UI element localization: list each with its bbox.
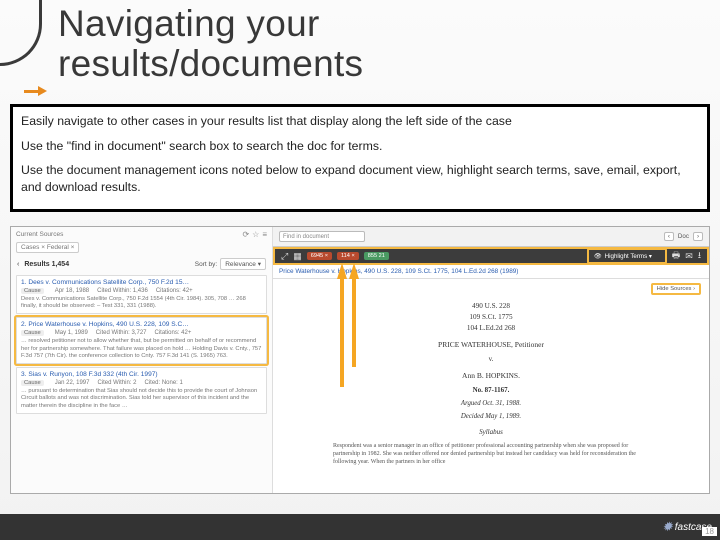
expand-icon[interactable]: ⤢	[281, 251, 288, 262]
result-cited: Cited Within: 1,436	[97, 288, 148, 294]
results-header: ‹ Results 1,454 Sort by: Relevance ▾	[11, 256, 272, 272]
email-icon[interactable]: ✉	[685, 251, 693, 262]
doc-argued: Argued Oct. 31, 1988.	[333, 400, 649, 407]
sort-control[interactable]: Sort by: Relevance ▾	[195, 258, 266, 270]
doc-case-no: No. 87-1167.	[333, 386, 649, 394]
result-date: Apr 18, 1988	[55, 288, 89, 294]
result-date: Jan 22, 1997	[55, 380, 90, 386]
page-number: 18	[702, 527, 717, 536]
sources-row: Current Sources ⟳ ☆ ≡	[11, 227, 272, 242]
doc-versus: v.	[333, 355, 649, 363]
sources-label: Current Sources	[16, 231, 63, 238]
term-chip[interactable]: 855 21	[364, 252, 389, 260]
court-badge: Cause	[21, 330, 44, 336]
doc-toolbar-top: Find in document ‹ Doc ›	[273, 227, 709, 247]
title-line-2: results/documents	[58, 43, 363, 84]
doc-syllabus-heading: Syllabus	[333, 428, 649, 436]
hide-sources-button[interactable]: Hide Sources ›	[651, 283, 701, 295]
document-body: 490 U.S. 228 109 S.Ct. 1775 104 L.Ed.2d …	[273, 279, 709, 472]
doc-party-2: Ann B. HOPKINS.	[333, 371, 649, 380]
result-card-2[interactable]: 2. Price Waterhouse v. Hopkins, 490 U.S.…	[16, 317, 267, 364]
eye-icon: 👁	[594, 252, 602, 260]
source-pill[interactable]: Cases × Federal ×	[16, 242, 79, 253]
term-chip[interactable]: 114 ×	[337, 252, 359, 260]
results-sidebar: Current Sources ⟳ ☆ ≡ Cases × Federal × …	[11, 227, 273, 493]
doc-pager: ‹ Doc ›	[664, 232, 703, 241]
result-citing: Citations: 42+	[156, 288, 193, 294]
grid-icon[interactable]: ▦	[293, 251, 302, 262]
footer-bar: ✹ fastcase	[0, 514, 720, 540]
doc-party-1: PRICE WATERHOUSE, Petitioner	[333, 340, 649, 349]
instruction-3: Use the document management icons noted …	[21, 162, 699, 195]
highlight-terms-button[interactable]: 👁 Highlight Terms ▾	[587, 248, 667, 264]
annotation-arrow-icon	[337, 263, 347, 279]
result-card-3[interactable]: 3. Sias v. Runyon, 108 F.3d 332 (4th Cir…	[16, 367, 267, 414]
highlight-label: Highlight Terms ▾	[605, 253, 652, 260]
sort-dropdown[interactable]: Relevance ▾	[220, 258, 266, 270]
instructions-box: Easily navigate to other cases in your r…	[10, 104, 710, 212]
doc-cite-1: 490 U.S. 228	[333, 302, 649, 310]
download-icon[interactable]: ⭳	[698, 248, 701, 264]
instruction-1: Easily navigate to other cases in your r…	[21, 113, 699, 130]
pager-prev-button[interactable]: ‹	[664, 232, 674, 241]
title-line-1: Navigating your	[58, 3, 320, 44]
pager-label: Doc	[678, 233, 689, 240]
app-screenshot: Current Sources ⟳ ☆ ≡ Cases × Federal × …	[10, 226, 710, 494]
doc-paragraph: Respondent was a senior manager in an of…	[333, 442, 649, 466]
result-snippet: … pursuant to determination that Sias sh…	[21, 388, 262, 410]
annotation-arrow-icon	[349, 263, 359, 279]
result-cited: Cited Within: 2	[97, 380, 136, 386]
result-date: May 1, 1989	[55, 330, 88, 336]
result-title[interactable]: 3. Sias v. Runyon, 108 F.3d 332 (4th Cir…	[21, 371, 262, 378]
document-pane: Find in document ‹ Doc › ⤢ ▦ 6945 × 114 …	[273, 227, 709, 493]
result-cited: Cited Within: 3,727	[96, 330, 147, 336]
sort-label: Sort by:	[195, 261, 217, 268]
toolbar-icons-right: ⟳ ☆ ≡	[242, 230, 267, 239]
corner-decoration	[0, 0, 42, 66]
court-badge: Cause	[21, 288, 44, 294]
term-chip[interactable]: 6945 ×	[307, 252, 332, 260]
print-icon[interactable]: 🖶	[672, 248, 681, 264]
citation-text[interactable]: Price Waterhouse v. Hopkins, 490 U.S. 22…	[279, 268, 518, 275]
doc-decided: Decided May 1, 1989.	[333, 413, 649, 420]
filter-icon[interactable]: ≡	[262, 230, 267, 239]
results-count: Results 1,454	[24, 261, 69, 268]
slide: Navigating your results/documents Easily…	[0, 0, 720, 540]
result-citing: Citations: 42+	[155, 330, 192, 336]
slide-title: Navigating your results/documents	[58, 4, 363, 84]
find-placeholder: Find in document	[283, 234, 329, 240]
doc-cite-2: 109 S.Ct. 1775	[333, 313, 649, 321]
find-in-document-input[interactable]: Find in document	[279, 231, 365, 242]
result-snippet: … resolved petitioner not to allow wheth…	[21, 338, 262, 360]
result-snippet: Dees v. Communications Satellite Corp., …	[21, 296, 262, 310]
result-title[interactable]: 1. Dees v. Communications Satellite Corp…	[21, 279, 262, 286]
result-card-1[interactable]: 1. Dees v. Communications Satellite Corp…	[16, 275, 267, 314]
instruction-2: Use the "find in document" search box to…	[21, 138, 699, 155]
result-citing: Cited: None: 1	[144, 380, 182, 386]
doc-cite-3: 104 L.Ed.2d 268	[333, 324, 649, 332]
star-icon[interactable]: ☆	[252, 230, 259, 239]
back-chevron-icon[interactable]: ‹	[17, 261, 19, 268]
arrow-accent-icon	[24, 86, 47, 96]
pager-next-button[interactable]: ›	[693, 232, 703, 241]
result-title[interactable]: 2. Price Waterhouse v. Hopkins, 490 U.S.…	[21, 321, 262, 328]
refresh-icon[interactable]: ⟳	[242, 230, 249, 239]
court-badge: Cause	[21, 380, 44, 386]
